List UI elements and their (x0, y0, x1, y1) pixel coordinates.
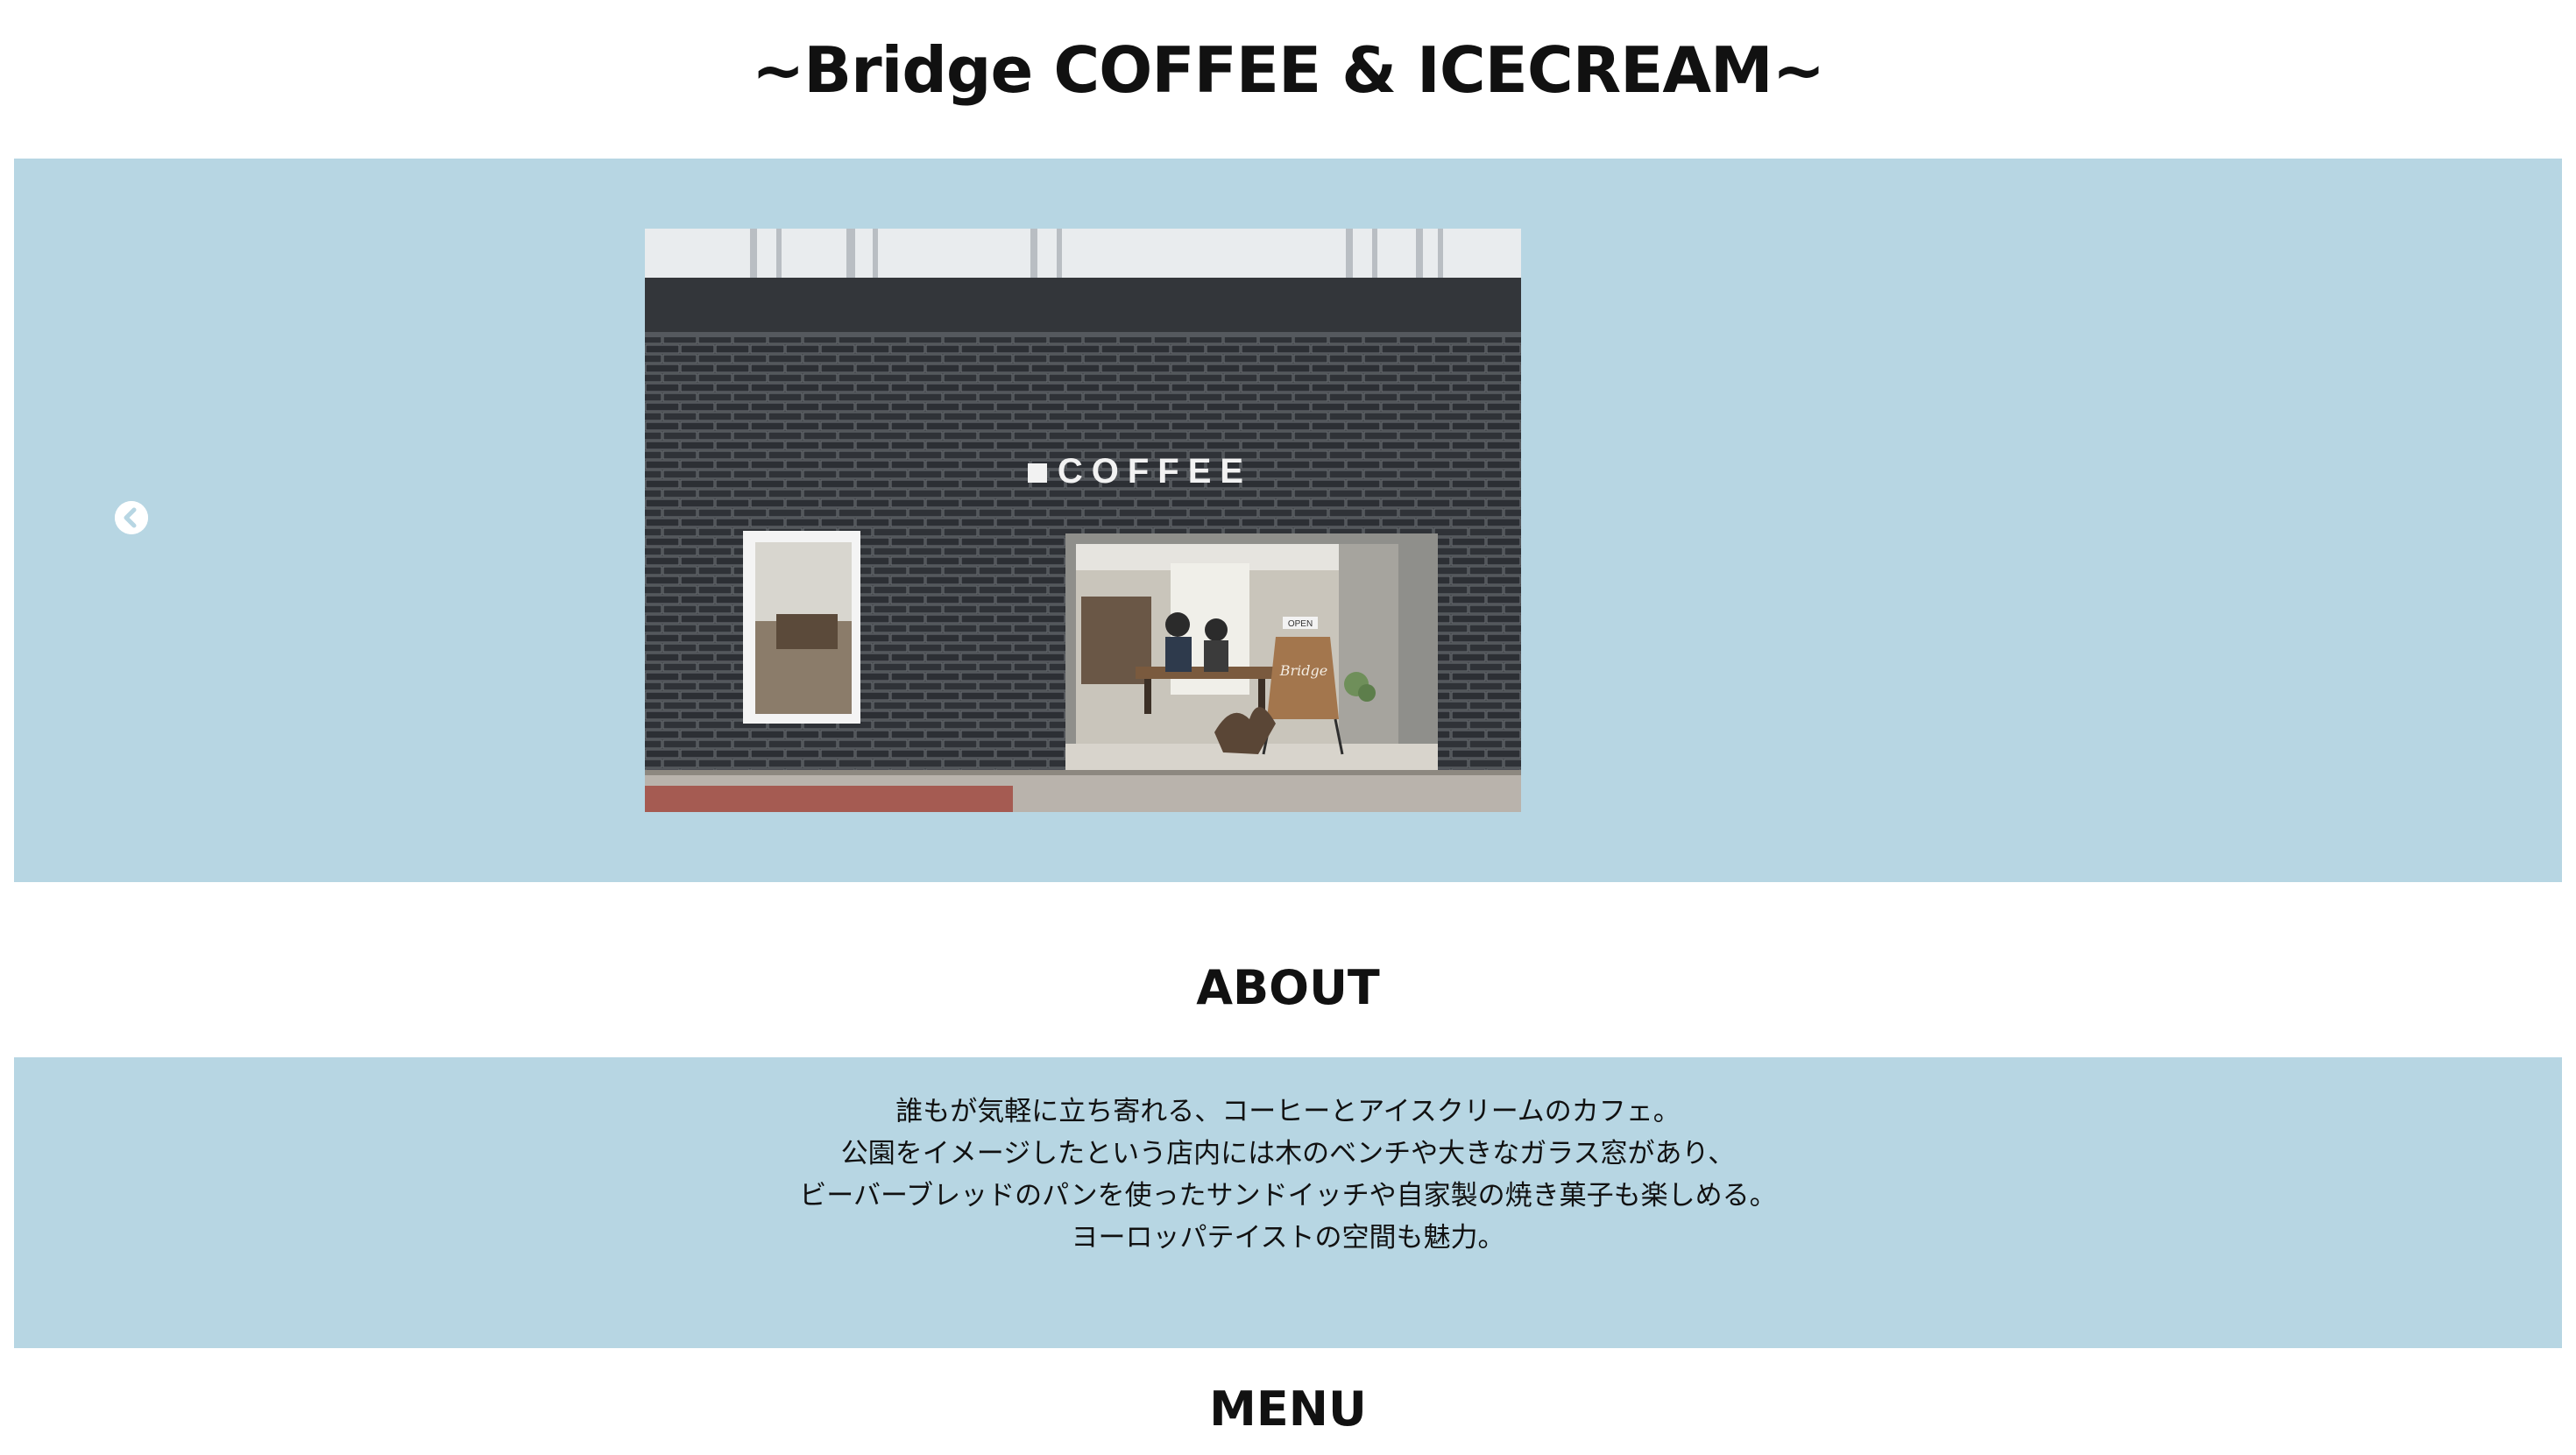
chevron-left-circle-icon (115, 501, 148, 534)
carousel-prev-button[interactable] (115, 501, 148, 534)
about-line: 誰もが気軽に立ち寄れる、コーヒーとアイスクリームのカフェ。 (895, 1096, 1681, 1127)
svg-text:COFFEE: COFFEE (1058, 452, 1252, 491)
menu-title: MENU (1209, 1381, 1367, 1437)
svg-text:OPEN: OPEN (1288, 619, 1313, 629)
about-line: 公園をイメージしたという店内には木のベンチや大きなガラス窓があり、 (840, 1138, 1736, 1169)
site-title: ~Bridge COFFEE & ICECREAM~ (751, 33, 1825, 107)
about-line: ビーバーブレッドのパンを使ったサンドイッチや自家製の焼き菓子も楽しめる。 (799, 1180, 1777, 1211)
svg-text:Bridge: Bridge (1279, 662, 1327, 679)
about-section: 誰もが気軽に立ち寄れる、コーヒーとアイスクリームのカフェ。 公園をイメージしたと… (14, 1057, 2562, 1348)
about-text: 誰もが気軽に立ち寄れる、コーヒーとアイスクリームのカフェ。 公園をイメージしたと… (14, 1091, 2562, 1259)
storefront-photo: COFFEE OPEN Bridge (645, 229, 1521, 812)
about-line: ヨーロッパテイストの空間も魅力。 (1071, 1222, 1505, 1254)
about-title: ABOUT (1196, 960, 1380, 1015)
